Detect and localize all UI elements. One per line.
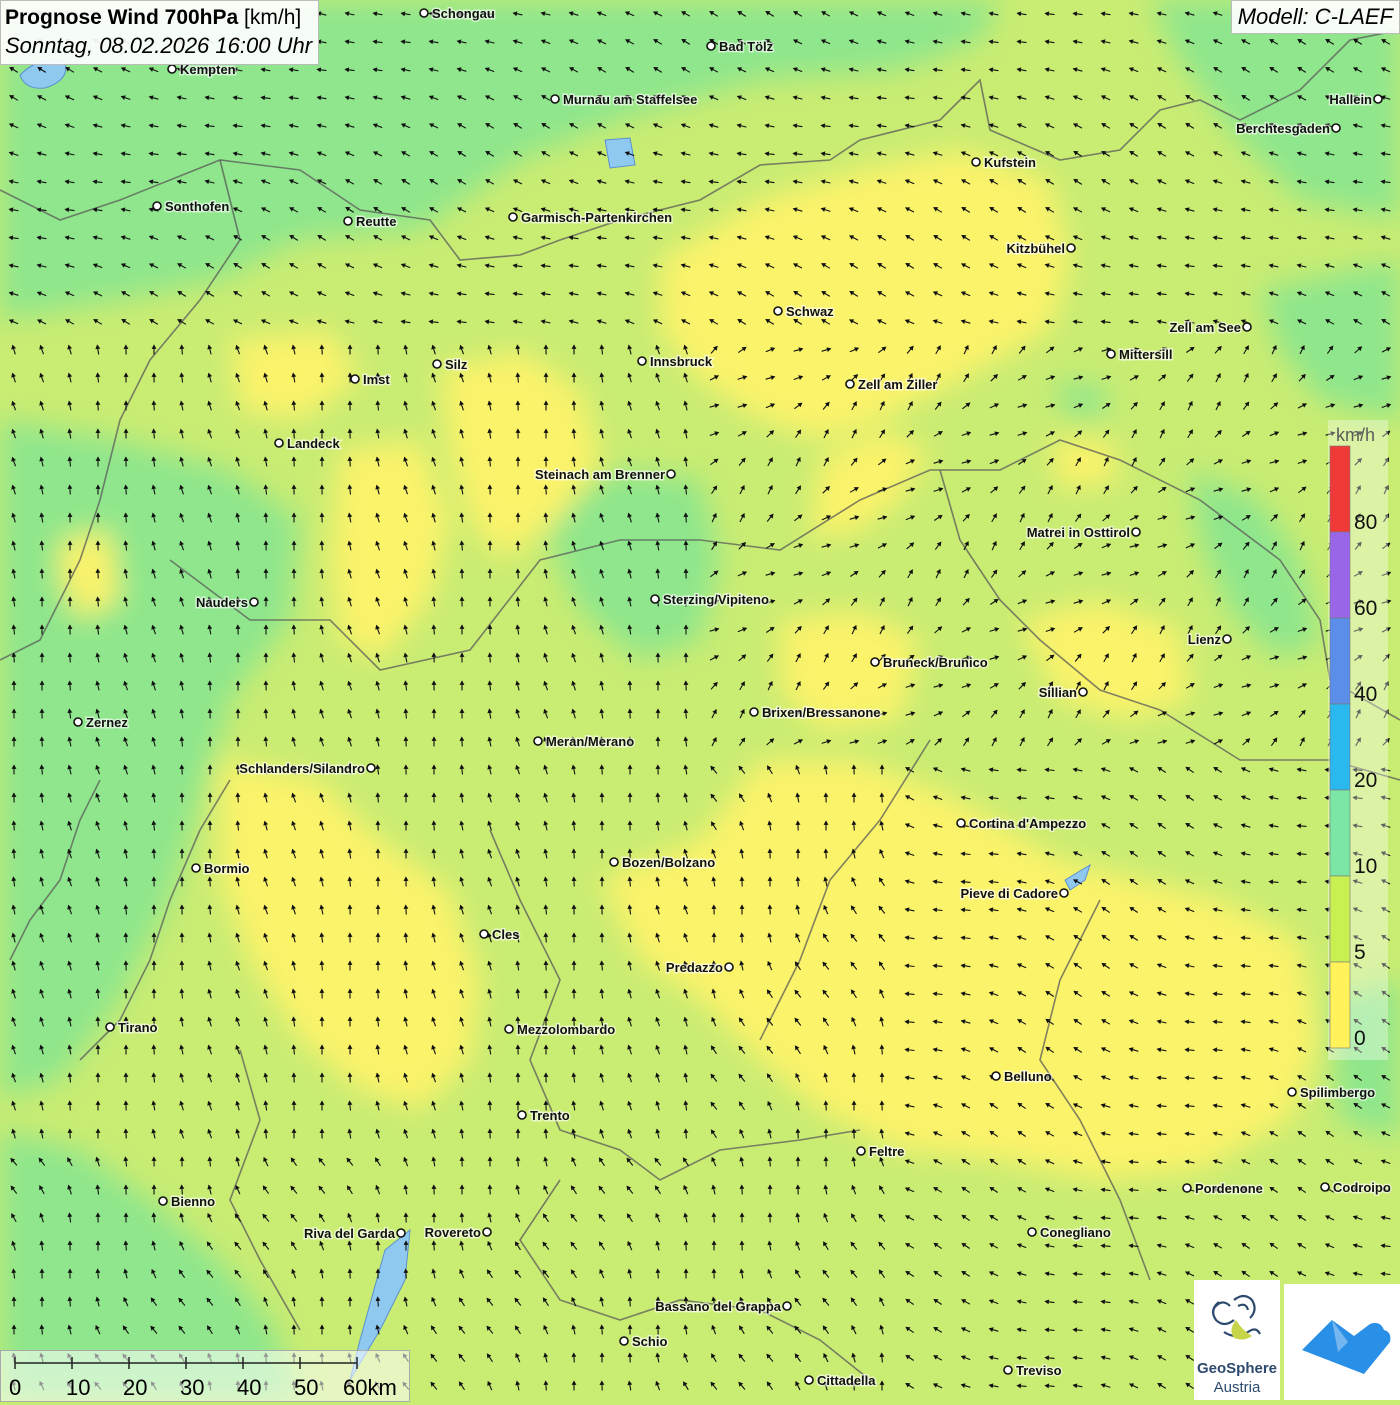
wind-map[interactable]: SchongauBad TölzKemptenMurnau am Staffel… [0, 0, 1400, 1400]
